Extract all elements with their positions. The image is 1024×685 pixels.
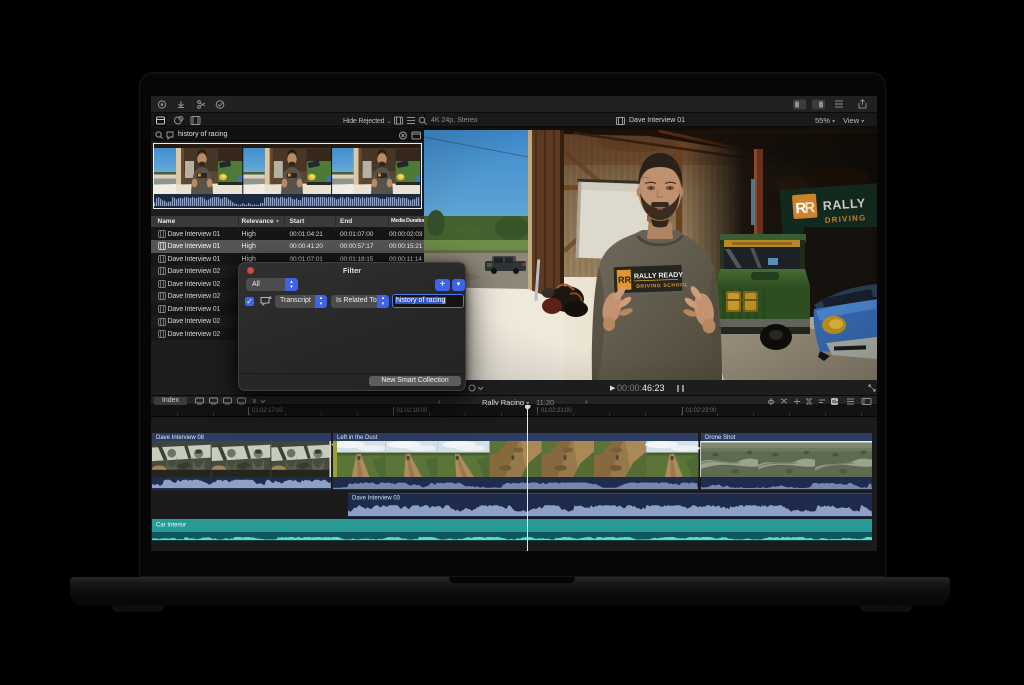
svg-text:Drone Shot: Drone Shot	[705, 435, 736, 441]
svg-text:Dave Interview 03: Dave Interview 03	[352, 496, 401, 502]
svg-text:Dave Interview 08: Dave Interview 08	[156, 435, 205, 441]
svg-text:Car Interior: Car Interior	[156, 523, 186, 529]
svg-text:Left in the Dust: Left in the Dust	[337, 435, 378, 441]
